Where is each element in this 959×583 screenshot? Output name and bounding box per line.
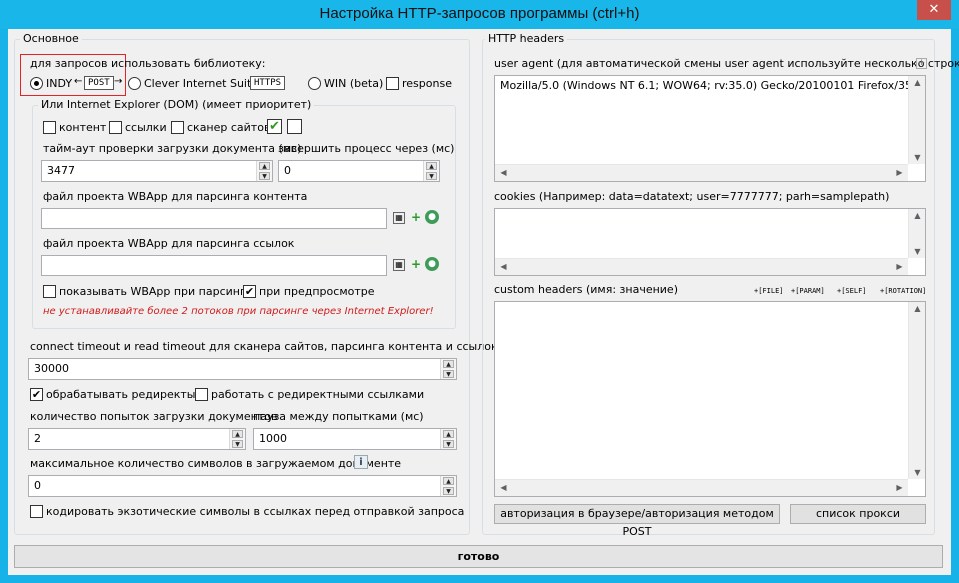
close-icon[interactable]: ✕ — [917, 0, 951, 20]
redirect-links-label: работать с редиректными ссылками — [211, 388, 425, 401]
macro-rotation[interactable]: +[ROTATION] — [880, 287, 926, 295]
on-preview-checkbox[interactable]: ✔ — [243, 285, 256, 298]
auth-button[interactable]: авторизация в браузере/авторизация метод… — [494, 504, 780, 538]
response-checkbox[interactable] — [386, 77, 399, 90]
cookies-label: cookies (Например: data=datatext; user=7… — [494, 190, 890, 203]
content-checkbox[interactable] — [43, 121, 56, 134]
connect-input[interactable]: 30000 ▲ ▼ — [28, 358, 457, 380]
dialog-client: Основное для запросов использовать библи… — [8, 29, 959, 575]
timeout-label: тайм-аут проверки загрузки документа (мс… — [43, 142, 302, 155]
radio-indy[interactable] — [30, 77, 43, 90]
vertical-scrollbar[interactable]: ▲ ▼ — [908, 76, 925, 164]
links-label: ссылки — [125, 121, 167, 134]
proxy-list-button[interactable]: список прокси — [790, 504, 926, 524]
show-wbapp-checkbox[interactable] — [43, 285, 56, 298]
https-tag[interactable]: HTTPS — [250, 76, 286, 90]
browse-file-icon[interactable]: ▦ — [393, 212, 405, 224]
connect-label: connect timeout и read timeout для скане… — [30, 340, 525, 353]
content-label: контент — [59, 121, 107, 134]
attempts-input[interactable]: 2 ▲ ▼ — [28, 428, 246, 450]
timeout-input[interactable]: 3477 ▲ ▼ — [41, 160, 273, 182]
redirects-label: обрабатывать редиректы — [46, 388, 196, 401]
arrow-right-icon: → — [114, 76, 123, 87]
globe-icon[interactable]: ● — [425, 210, 439, 224]
indy-label: INDY — [46, 77, 73, 90]
window-title: Настройка HTTP-запросов программы (ctrl+… — [319, 5, 640, 22]
horizontal-scrollbar[interactable]: ◀ ▶ — [495, 479, 908, 496]
encode-label: кодировать экзотические символы в ссылка… — [46, 505, 465, 518]
add-plus-icon[interactable]: + — [409, 210, 423, 224]
attempts-label: количество попыток загрузки документов — [30, 410, 278, 423]
redirect-links-checkbox[interactable] — [195, 388, 208, 401]
maxchars-input[interactable]: 0 ▲ ▼ — [28, 475, 457, 497]
pause-label: пауза между попытками (мс) — [253, 410, 424, 423]
scanner-label: сканер сайтов — [187, 121, 271, 134]
show-wbapp-label: показывать WBApp при парсинге — [59, 285, 253, 298]
done-button[interactable]: готово — [14, 545, 943, 568]
macro-self[interactable]: +[SELF] — [837, 287, 867, 295]
vertical-scrollbar[interactable]: ▲ ▼ — [908, 302, 925, 479]
macro-param[interactable]: +[PARAM] — [791, 287, 825, 295]
win-label: WIN (beta) — [324, 77, 384, 90]
post-tag[interactable]: POST — [84, 76, 114, 90]
custom-headers-textarea[interactable]: ▲ ▼ ◀ ▶ — [494, 301, 926, 497]
add-plus-icon[interactable]: + — [409, 257, 423, 271]
cookies-textarea[interactable]: ▲ ▼ ◀ ▶ — [494, 208, 926, 276]
user-agent-label: user agent (для автоматической смены use… — [494, 57, 959, 70]
scanner-checkbox[interactable] — [171, 121, 184, 134]
horizontal-scrollbar[interactable]: ◀ ▶ — [495, 258, 908, 275]
pause-input[interactable]: 1000 ▲ ▼ — [253, 428, 457, 450]
horizontal-scrollbar[interactable]: ◀ ▶ — [495, 164, 908, 181]
redirects-checkbox[interactable]: ✔ — [30, 388, 43, 401]
clever-label: Clever Internet Suite — [144, 77, 259, 90]
wbapp-links-input[interactable] — [41, 255, 387, 276]
ie-group-legend: Или Internet Explorer (DOM) (имеет приор… — [38, 98, 315, 111]
finish-label: завершить процесс через (мс) — [278, 142, 455, 155]
radio-clever[interactable] — [128, 77, 141, 90]
macro-file[interactable]: +[FILE] — [754, 287, 784, 295]
links-checkbox[interactable] — [109, 121, 122, 134]
ie-warning: не устанавливайте более 2 потоков при па… — [43, 306, 434, 317]
maxchars-label: максимальное количество символов в загру… — [30, 457, 402, 470]
finish-input[interactable]: 0 ▲ ▼ — [278, 160, 440, 182]
main-group-legend: Основное — [20, 32, 82, 45]
wbapp-content-label: файл проекта WBApp для парсинга контента — [43, 190, 308, 203]
title-bar: Настройка HTTP-запросов программы (ctrl+… — [0, 0, 959, 29]
info-icon[interactable]: i — [354, 455, 368, 469]
http-headers-legend: HTTP headers — [485, 32, 568, 45]
user-agent-textarea[interactable]: Mozilla/5.0 (Windows NT 6.1; WOW64; rv:3… — [494, 75, 926, 182]
green-check-checkbox[interactable]: ✔ — [267, 119, 282, 134]
wbapp-content-input[interactable] — [41, 208, 387, 229]
vertical-scrollbar[interactable]: ▲ ▼ — [908, 209, 925, 258]
wbapp-links-label: файл проекта WBApp для парсинга ссылок — [43, 237, 295, 250]
on-preview-label: при предпросмотре — [259, 285, 375, 298]
library-label: для запросов использовать библиотеку: — [30, 57, 266, 70]
extra-checkbox[interactable] — [287, 119, 302, 134]
globe-icon[interactable]: ● — [425, 257, 439, 271]
custom-headers-label: custom headers (имя: значение) — [494, 283, 678, 296]
response-label: response — [402, 77, 452, 90]
browse-file-icon[interactable]: ▦ — [393, 259, 405, 271]
expand-plus-icon[interactable]: + — [916, 58, 927, 69]
arrow-left-icon: ← — [74, 76, 83, 87]
encode-checkbox[interactable] — [30, 505, 43, 518]
radio-win[interactable] — [308, 77, 321, 90]
